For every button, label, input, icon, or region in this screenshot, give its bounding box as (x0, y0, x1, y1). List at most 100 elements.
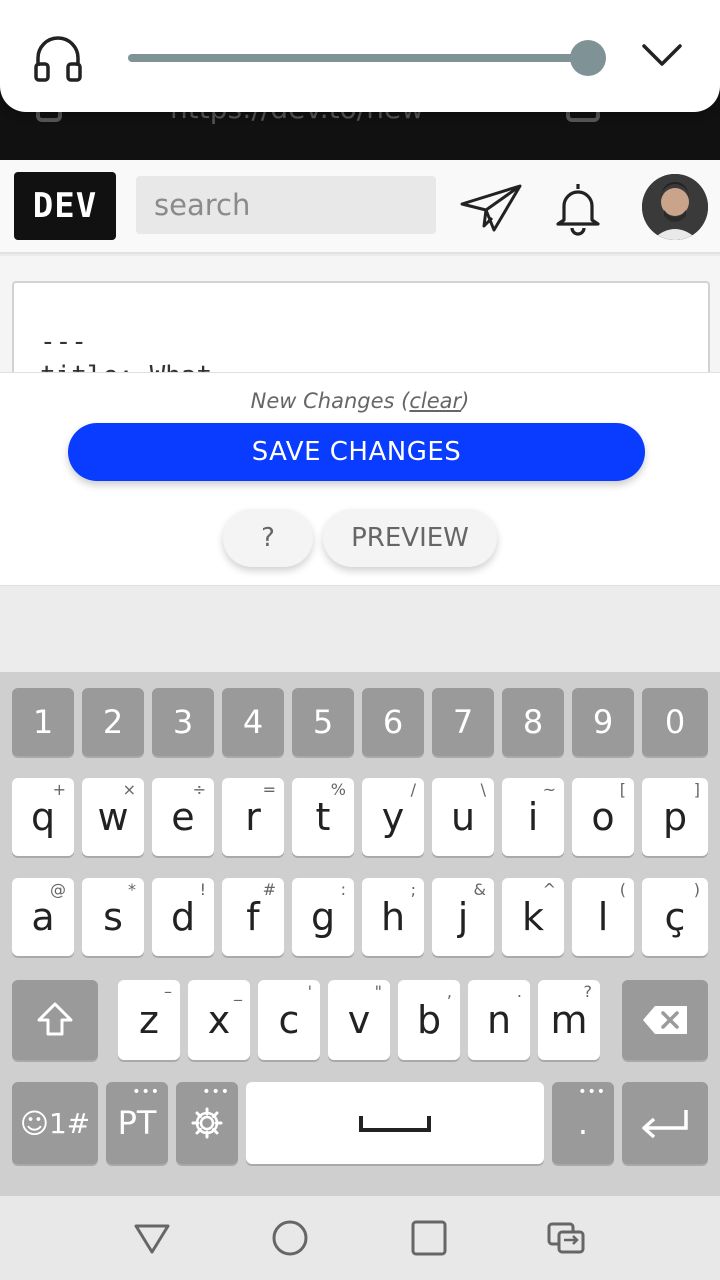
key-alt-label: ! (199, 880, 206, 899)
key-label: m (550, 998, 588, 1042)
backspace-key[interactable] (622, 980, 708, 1060)
key-alt-label: + (52, 780, 66, 799)
clear-link[interactable]: clear (409, 389, 461, 413)
key-label: u (450, 795, 476, 839)
key-alt-label: = (262, 780, 276, 799)
key-alt-label: : (340, 880, 346, 899)
key-i[interactable]: i ~ (502, 778, 564, 856)
back-triangle-icon[interactable] (132, 1218, 172, 1258)
key-v[interactable]: v " (328, 980, 390, 1060)
key-alt-label: @ (50, 880, 66, 899)
key-alt-label: \ (480, 780, 486, 799)
key-a[interactable]: a @ (12, 878, 74, 956)
volume-slider-track[interactable] (128, 54, 588, 62)
volume-slider-thumb[interactable] (570, 40, 606, 76)
key-h[interactable]: h; (362, 878, 424, 956)
key-alt-label: ^ (542, 880, 556, 899)
key-dots: ••• (202, 1084, 230, 1100)
settings-key[interactable]: ••• (176, 1082, 238, 1164)
period-key[interactable]: . ••• (552, 1082, 614, 1164)
key-alt-label: ' (307, 982, 312, 1001)
key-8[interactable]: 8 (502, 688, 564, 756)
editor-area: --- title: What (0, 256, 720, 391)
key-p[interactable]: p] (642, 778, 708, 856)
paper-plane-icon[interactable] (458, 182, 524, 234)
switch-apps-icon[interactable] (546, 1218, 586, 1258)
key-7[interactable]: 7 (432, 688, 494, 756)
key-k[interactable]: k ^ (502, 878, 564, 956)
key-j[interactable]: j & (432, 878, 494, 956)
key-5[interactable]: 5 (292, 688, 354, 756)
help-button[interactable]: ? (223, 509, 313, 567)
key-label: i (527, 795, 539, 839)
preview-button[interactable]: PREVIEW (323, 509, 497, 567)
key-label: k (521, 895, 544, 939)
key-1[interactable]: 1 (12, 688, 74, 756)
key-label: c (278, 998, 300, 1042)
changes-prefix: New Changes ( (250, 389, 410, 413)
save-changes-button[interactable]: SAVE CHANGES (68, 423, 645, 481)
key-y[interactable]: y / (362, 778, 424, 856)
key-label: s (103, 895, 123, 939)
soft-keyboard: 1 2 3 4 5 6 7 8 9 0 q + w × e ÷ r = t% y / u \… (0, 672, 720, 1196)
key-z[interactable]: z – (118, 980, 180, 1060)
key-r[interactable]: r = (222, 778, 284, 856)
key-0[interactable]: 0 (642, 688, 708, 756)
key-alt-label: [ (619, 780, 626, 799)
new-changes-note: New Changes (clear) (0, 389, 720, 413)
key-b[interactable]: b, (398, 980, 460, 1060)
enter-key[interactable] (622, 1082, 708, 1164)
key-3[interactable]: 3 (152, 688, 214, 756)
search-input[interactable] (136, 176, 436, 234)
key-q[interactable]: q + (12, 778, 74, 856)
shift-key[interactable] (12, 980, 98, 1060)
symbols-key[interactable]: ☺1# (12, 1082, 98, 1164)
key-c-cedilla[interactable]: ç) (642, 878, 708, 956)
language-key[interactable]: PT ••• (106, 1082, 168, 1164)
key-alt-label: ( (619, 880, 626, 899)
key-o[interactable]: o[ (572, 778, 634, 856)
avatar[interactable] (642, 174, 708, 240)
key-n[interactable]: n. (468, 980, 530, 1060)
key-x[interactable]: x _ (188, 980, 250, 1060)
key-alt-label: ? (583, 982, 593, 1001)
key-alt-label: . (516, 982, 522, 1001)
key-label: h (380, 895, 406, 939)
gear-icon (191, 1107, 223, 1139)
key-alt-label: " (374, 982, 382, 1001)
key-label: o (591, 795, 615, 839)
key-t[interactable]: t% (292, 778, 354, 856)
key-label: l (597, 895, 609, 939)
space-key[interactable] (246, 1082, 544, 1164)
key-label: ç (664, 895, 686, 939)
key-e[interactable]: e ÷ (152, 778, 214, 856)
bell-icon[interactable] (552, 180, 604, 236)
home-circle-icon[interactable] (270, 1218, 310, 1258)
key-label: j (457, 895, 469, 939)
key-alt-label: _ (234, 982, 242, 1001)
backspace-icon (643, 1006, 687, 1034)
headphones-icon[interactable] (32, 32, 84, 84)
editor-line: --- (40, 327, 87, 357)
key-w[interactable]: w × (82, 778, 144, 856)
recents-square-icon[interactable] (409, 1218, 449, 1258)
key-label: e (171, 795, 195, 839)
key-label: v (347, 998, 371, 1042)
key-s[interactable]: s * (82, 878, 144, 956)
key-m[interactable]: m? (538, 980, 600, 1060)
key-alt-label: – (164, 982, 172, 1001)
key-c[interactable]: c ' (258, 980, 320, 1060)
key-g[interactable]: g: (292, 878, 354, 956)
key-l[interactable]: l( (572, 878, 634, 956)
key-4[interactable]: 4 (222, 688, 284, 756)
key-2[interactable]: 2 (82, 688, 144, 756)
volume-popup (0, 0, 720, 112)
key-6[interactable]: 6 (362, 688, 424, 756)
chevron-down-icon[interactable] (640, 36, 684, 76)
key-label: y (381, 795, 405, 839)
key-d[interactable]: d! (152, 878, 214, 956)
dev-logo[interactable]: DEV (14, 172, 116, 240)
key-9[interactable]: 9 (572, 688, 634, 756)
key-u[interactable]: u \ (432, 778, 494, 856)
key-f[interactable]: f # (222, 878, 284, 956)
